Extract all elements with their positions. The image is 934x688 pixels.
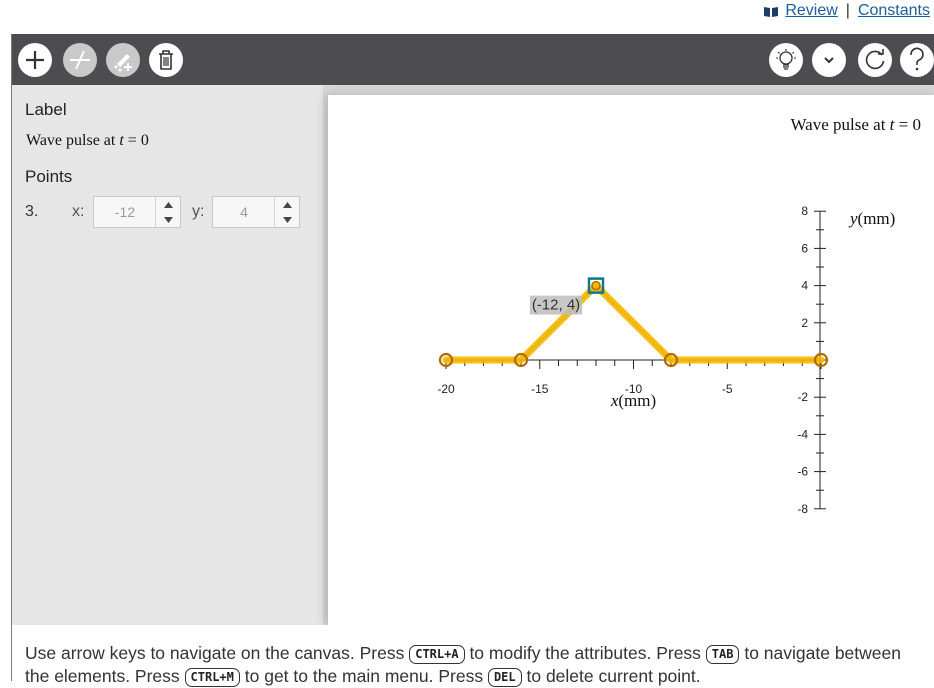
y-tick-label: -2 bbox=[797, 390, 808, 404]
link-separator: | bbox=[845, 2, 850, 19]
delete-button[interactable] bbox=[149, 43, 183, 77]
del-key: DEL bbox=[487, 668, 522, 687]
pencil-plus-icon bbox=[114, 54, 132, 72]
data-point[interactable] bbox=[591, 280, 601, 291]
x-axis-label: x(mm) bbox=[610, 391, 656, 410]
help-text: Use arrow keys to navigate on the canvas… bbox=[25, 643, 901, 687]
y-stepper[interactable] bbox=[212, 196, 300, 228]
book-icon bbox=[763, 6, 779, 18]
plus-icon bbox=[26, 51, 44, 69]
attributes-panel: Label Wave pulse at t = 0 Points 3. x: y… bbox=[12, 85, 323, 625]
add-point-button[interactable] bbox=[18, 43, 52, 77]
tab-key: TAB bbox=[705, 645, 740, 664]
question-mark-icon bbox=[910, 47, 924, 71]
wave-pulse-core bbox=[446, 284, 821, 361]
toolbar bbox=[12, 34, 934, 85]
caret-down-icon bbox=[163, 216, 173, 223]
ctrl-a-key: CTRL+A bbox=[409, 645, 465, 664]
y-tick-label: 2 bbox=[801, 316, 808, 330]
reset-icon bbox=[865, 49, 885, 70]
hint-button[interactable] bbox=[769, 43, 803, 77]
y-tick-label: -6 bbox=[797, 465, 808, 479]
y-tick-label: 6 bbox=[801, 241, 808, 255]
add-label-button[interactable] bbox=[106, 43, 140, 77]
label-heading: Label bbox=[25, 100, 67, 119]
constants-link[interactable]: Constants bbox=[858, 2, 930, 20]
x-tick-label: -20 bbox=[437, 382, 455, 396]
x-input[interactable] bbox=[94, 197, 156, 227]
x-tick-label: -15 bbox=[531, 382, 549, 396]
y-tick-label: 4 bbox=[801, 279, 808, 293]
y-tick-label: -8 bbox=[797, 502, 808, 516]
graph-canvas[interactable]: Wave pulse at t = 0 -20 -15 -10 -5 x(mm) 8 6 4 2… bbox=[328, 95, 934, 626]
points-heading: Points bbox=[25, 167, 73, 186]
caret-up-icon bbox=[282, 201, 292, 208]
y-decrement-button[interactable] bbox=[275, 212, 299, 227]
help-button[interactable] bbox=[900, 43, 934, 77]
y-increment-button[interactable] bbox=[275, 197, 299, 212]
canvas-area: Wave pulse at t = 0 -20 -15 -10 -5 x(mm) 8 6 4 2… bbox=[323, 85, 934, 626]
x-tick-label: -5 bbox=[722, 382, 733, 396]
point-tooltip: (-12, 4) bbox=[532, 297, 580, 314]
point-row: 3. x: y: bbox=[25, 195, 315, 229]
caret-down-icon bbox=[282, 216, 292, 223]
lightbulb-icon bbox=[776, 49, 796, 70]
keyboard-help: Use arrow keys to navigate on the canvas… bbox=[12, 625, 934, 687]
x-stepper[interactable] bbox=[93, 196, 181, 228]
review-link[interactable]: Review bbox=[785, 2, 837, 20]
y-label: y: bbox=[192, 203, 205, 220]
dropdown-button[interactable] bbox=[812, 43, 846, 77]
chevron-down-icon bbox=[824, 57, 834, 64]
wave-plot[interactable]: -20 -15 -10 -5x(mm)8642-2-4-6-8y(mm)(-12, 4… bbox=[328, 95, 934, 626]
top-links: Review | Constants bbox=[763, 2, 930, 20]
reset-button[interactable] bbox=[858, 43, 892, 77]
x-label: x: bbox=[72, 203, 85, 220]
x-decrement-button[interactable] bbox=[156, 212, 180, 227]
y-input[interactable] bbox=[213, 197, 275, 227]
graph-tool-frame: Label Wave pulse at t = 0 Points 3. x: y… bbox=[11, 34, 934, 687]
y-tick-label: -4 bbox=[797, 427, 808, 441]
caret-up-icon bbox=[163, 201, 173, 208]
label-value[interactable]: Wave pulse at t = 0 bbox=[26, 132, 149, 150]
y-tick-label: 8 bbox=[801, 204, 808, 218]
ctrl-m-key: CTRL+M bbox=[184, 668, 240, 687]
trash-icon bbox=[159, 50, 173, 70]
delete-segment-button[interactable] bbox=[63, 43, 97, 77]
y-axis-label: y(mm) bbox=[848, 209, 895, 228]
line-slash-icon bbox=[70, 50, 90, 70]
x-increment-button[interactable] bbox=[156, 197, 180, 212]
point-index: 3. bbox=[25, 203, 39, 220]
